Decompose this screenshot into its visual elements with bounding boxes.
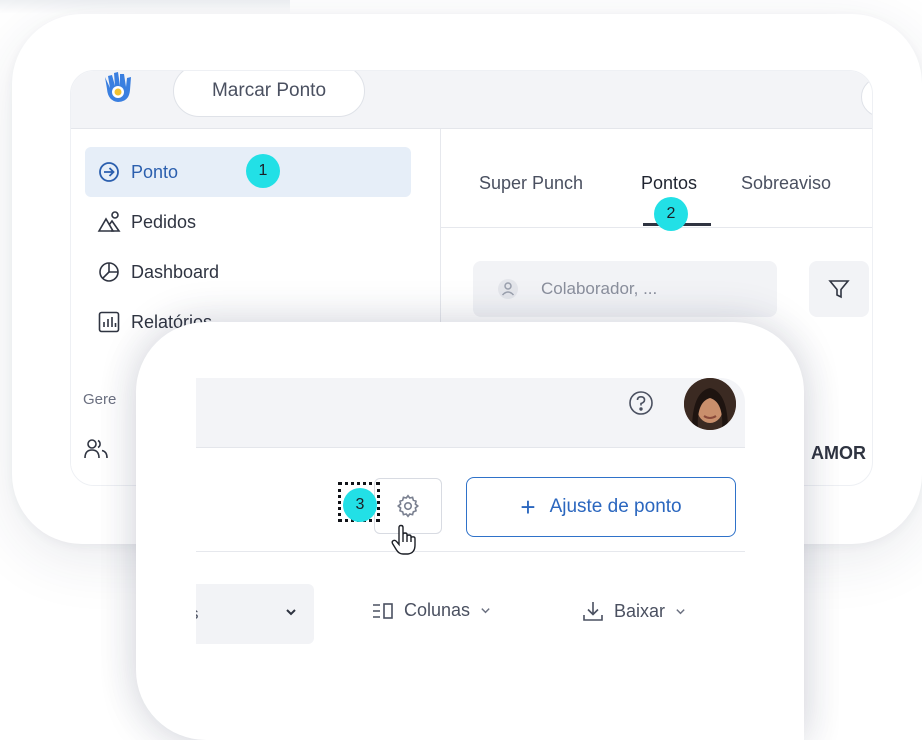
user-icon [498,279,518,299]
tab-pontos[interactable]: Pontos [641,173,697,194]
columns-button[interactable]: Colunas [372,600,491,621]
step-badge-3: 3 [343,488,377,522]
arrow-circle-icon [99,162,119,182]
sidebar-item-label: Ponto [131,161,179,182]
table-toolbar: s Colunas Baixar [196,552,745,688]
add-adjustment-button[interactable]: + Ajuste de ponto [466,477,736,537]
step-badge-1: 1 [246,154,280,188]
funnel-icon [828,280,850,299]
tab-sobreaviso[interactable]: Sobreaviso [741,173,831,194]
sidebar-item-label: Dashboard [131,261,220,282]
download-button[interactable]: Baixar [582,600,686,622]
sidebar-item-label: Pedidos [131,211,197,232]
step-badge-2: 2 [654,197,688,231]
add-adjustment-label: Ajuste de ponto [549,496,682,517]
employee-filter-input[interactable]: Colaborador, ... [473,261,777,317]
chevron-down-icon [481,608,490,614]
table-header-fragment: AMOR [811,443,866,463]
status-select-value: s [196,604,199,624]
download-label: Baixar [614,600,666,621]
page-header: + Ajuste de ponto [196,448,745,555]
tab-super-punch[interactable]: Super Punch [479,173,583,194]
top-bar-action-button[interactable] [861,77,872,117]
avatar-image [684,378,736,430]
columns-icon [373,602,393,619]
plus-icon: + [520,492,536,522]
people-icon[interactable] [83,437,109,461]
clock-in-button[interactable]: Marcar Ponto [173,71,365,117]
columns-label: Colunas [404,600,471,620]
chevron-down-icon [676,608,685,614]
help-icon[interactable] [628,390,654,416]
chevron-down-icon [286,609,296,616]
sidebar-item-pedidos[interactable]: Pedidos [85,197,411,247]
download-icon [583,602,603,621]
bar-chart-icon [98,311,120,333]
gear-icon [396,494,420,518]
employee-filter-placeholder: Colaborador, ... [541,279,658,298]
filter-button[interactable] [809,261,869,317]
front-window: + Ajuste de ponto s Colunas Baixar [196,378,745,688]
sidebar-item-dashboard[interactable]: Dashboard [85,247,411,297]
user-avatar[interactable] [684,378,736,430]
shapes-icon [97,211,121,232]
top-fade [0,0,290,14]
hand-logo-icon[interactable] [99,71,137,107]
pie-chart-icon [99,262,119,282]
status-select[interactable]: s [196,584,314,644]
sidebar-section-label: Gere [83,391,117,408]
top-bar-zoomed [196,378,745,448]
top-bar: Marcar Ponto [71,71,872,129]
